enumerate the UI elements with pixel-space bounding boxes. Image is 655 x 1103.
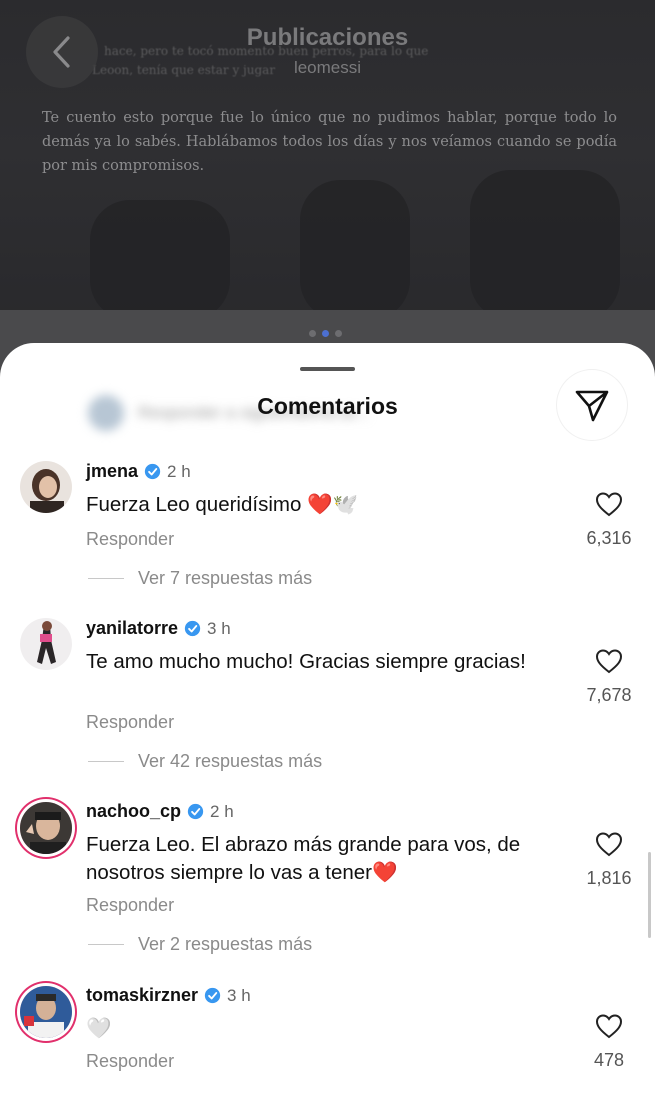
page-title: Publicaciones: [246, 24, 409, 51]
view-replies-label: Ver 42 respuestas más: [138, 751, 323, 771]
reply-button[interactable]: Responder: [86, 1051, 174, 1072]
divider: [88, 578, 124, 579]
comment-time: 3 h: [207, 618, 231, 638]
carousel-indicator: [309, 330, 342, 337]
page-subtitle-username[interactable]: leomessi: [0, 58, 655, 78]
comment-text: Fuerza Leo. El abrazo más grande para vo…: [86, 833, 521, 884]
heart-outline-icon: [595, 1014, 623, 1039]
like-button[interactable]: 1,816: [578, 831, 640, 889]
comments-sheet: Responder a siguiendome.ar... Comentario…: [0, 343, 655, 1103]
post-caption: Te cuento esto porque fue lo único que n…: [42, 110, 617, 174]
like-button[interactable]: 7,678: [578, 648, 640, 706]
like-count: 478: [593, 1050, 625, 1070]
avatar-image: [20, 618, 72, 670]
view-replies-button[interactable]: Ver 7 respuestas más: [88, 568, 312, 589]
post-background: hace, pero te tocó momento buen perros, …: [0, 0, 655, 380]
view-replies-label: Ver 2 respuestas más: [138, 934, 313, 954]
like-count: 7,678: [586, 685, 632, 705]
comment-username[interactable]: jmena: [86, 461, 138, 482]
verified-badge-icon: [204, 987, 221, 1004]
avatar[interactable]: [20, 802, 72, 854]
comment-username[interactable]: tomaskirzner: [86, 985, 198, 1006]
divider: [88, 761, 124, 762]
verified-badge-icon: [144, 463, 161, 480]
like-button[interactable]: 478: [578, 1013, 640, 1071]
like-count: 6,316: [586, 528, 632, 548]
carousel-dot-active: [322, 330, 329, 337]
carousel-dot: [309, 330, 316, 337]
carousel-dot: [335, 330, 342, 337]
heart-outline-icon: [595, 649, 623, 674]
view-replies-button[interactable]: Ver 2 respuestas más: [88, 934, 312, 955]
comment-time: 2 h: [167, 461, 191, 481]
comment-text: Fuerza Leo queridísimo ❤️🕊️: [86, 493, 359, 516]
like-count: 1,816: [586, 868, 632, 888]
avatar[interactable]: [20, 618, 72, 670]
divider: [88, 944, 124, 945]
drag-handle[interactable]: [300, 367, 355, 371]
comment-username[interactable]: yanilatorre: [86, 618, 178, 639]
verified-badge-icon: [187, 803, 204, 820]
comment-text: Te amo mucho mucho! Gracias siempre grac…: [86, 650, 526, 673]
scrollbar[interactable]: [648, 852, 651, 938]
comment-time: 2 h: [210, 801, 234, 821]
reply-button[interactable]: Responder: [86, 529, 174, 550]
comment-username[interactable]: nachoo_cp: [86, 801, 181, 822]
reply-button[interactable]: Responder: [86, 895, 174, 916]
avatar-image: [20, 461, 72, 513]
send-icon: [575, 390, 609, 422]
verified-badge-icon: [184, 620, 201, 637]
share-button[interactable]: [557, 370, 627, 440]
view-replies-label: Ver 7 respuestas más: [138, 568, 313, 588]
avatar-image: [20, 802, 72, 854]
reply-button[interactable]: Responder: [86, 712, 174, 733]
like-button[interactable]: 6,316: [578, 491, 640, 549]
heart-outline-icon: [595, 832, 623, 857]
comment-text: 🤍: [86, 1017, 112, 1040]
avatar-image: [20, 986, 72, 1038]
comment-time: 3 h: [227, 985, 251, 1005]
avatar[interactable]: [20, 461, 72, 513]
view-replies-button[interactable]: Ver 42 respuestas más: [88, 751, 322, 772]
avatar[interactable]: [20, 986, 72, 1038]
heart-outline-icon: [595, 492, 623, 517]
